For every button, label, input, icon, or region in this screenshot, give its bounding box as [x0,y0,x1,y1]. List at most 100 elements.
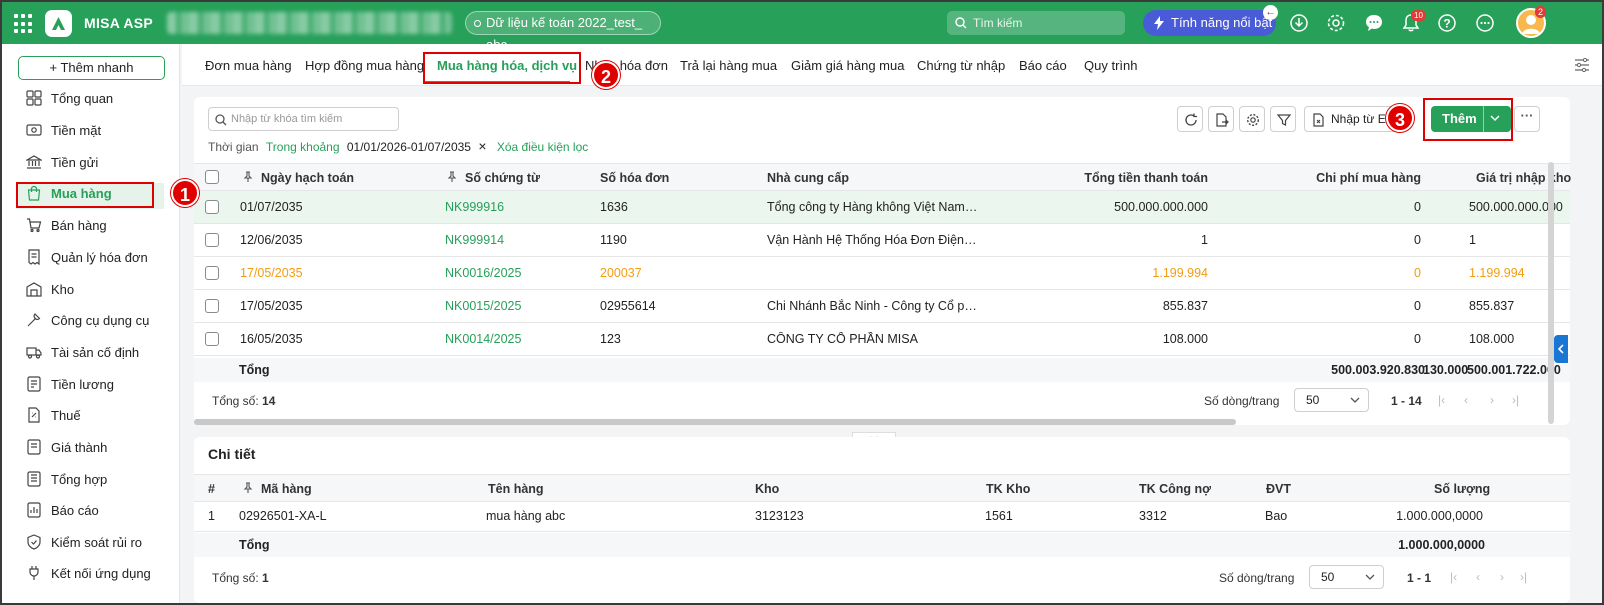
notification-bell[interactable]: 10 [1401,10,1426,33]
col-voucher-no[interactable]: Số chứng từ [465,171,540,185]
detail-index: 1 [208,509,215,523]
tab-settings-icon[interactable] [1574,58,1590,72]
table-row[interactable]: 12/06/2035 NK999914 1190 Vận Hành Hệ Thống … [194,224,1570,257]
last-page-icon[interactable]: ›| [1512,393,1519,407]
remove-filter-icon[interactable]: × [478,138,486,154]
last-page-icon[interactable]: ›| [1520,570,1527,584]
sidebar-item-14[interactable]: Báo cáo [26,500,99,520]
refresh-button[interactable] [1177,106,1203,132]
table-row[interactable]: 17/05/2035 NK0016/2025 200037 1.199.994 0 1.1… [194,257,1570,290]
sidebar-item-label: Tiền lương [51,376,114,392]
grid-per-page-select[interactable]: 50 [1294,388,1369,412]
filter-range[interactable]: 01/01/2026-01/07/2035 [347,140,471,154]
database-selector[interactable]: Dữ liệu kế toán 2022_test_ abc [465,11,661,52]
first-page-icon[interactable]: |‹ [1438,393,1445,407]
detail-col-quantity[interactable]: Số lượng [1434,482,1490,496]
next-page-icon[interactable]: › [1500,570,1504,584]
detail-per-page-select[interactable]: 50 [1309,565,1384,589]
chat-icon[interactable] [1364,13,1384,33]
col-total-payment[interactable]: Tổng tiền thanh toán [1084,171,1208,185]
cell-voucher-link[interactable]: NK0015/2025 [445,299,521,313]
featured-button[interactable]: Tính năng nổi bật ← [1143,5,1278,36]
tab-purchase-order[interactable]: Đơn mua hàng [205,58,292,73]
cell-voucher-link[interactable]: NK999916 [445,200,504,214]
pin-icon[interactable] [243,171,253,183]
prev-page-icon[interactable]: ‹ [1476,570,1480,584]
tab-import-voucher[interactable]: Chứng từ nhập [917,58,1005,73]
sidebar-item-7[interactable]: Kho [26,279,74,299]
global-search-input[interactable]: Tìm kiếm [947,11,1125,35]
tab-purchase-discount[interactable]: Giảm giá hàng mua [791,58,904,73]
tab-process[interactable]: Quy trình [1084,58,1137,73]
row-checkbox[interactable] [205,332,219,346]
keyword-search-input[interactable]: Nhập từ khóa tìm kiếm [208,107,399,131]
col-invoice-no[interactable]: Số hóa đơn [600,171,669,185]
detail-col-warehouse[interactable]: Kho [755,482,779,496]
sidebar-item-1[interactable]: Tổng quan [26,88,113,108]
col-supplier[interactable]: Nhà cung cấp [767,171,849,185]
sidebar-item-15[interactable]: Kiểm soát rủi ro [26,532,142,552]
detail-col-index: # [208,482,215,496]
tab-purchase-contract[interactable]: Hợp đồng mua hàng [305,58,424,73]
clear-filter-link[interactable]: Xóa điều kiện lọc [497,140,588,154]
row-checkbox[interactable] [205,200,219,214]
grid-per-page-label: Số dòng/trang [1204,394,1280,408]
pin-icon[interactable] [243,482,253,494]
detail-col-item-name[interactable]: Tên hàng [488,482,544,496]
more-options-button[interactable]: ··· [1514,106,1540,132]
col-stock-value[interactable]: Giá trị nhập kho [1476,171,1571,185]
table-row[interactable]: 17/05/2035 NK0015/2025 02955614 Chi Nhánh B… [194,290,1570,323]
cell-invoice-no: 1190 [600,233,627,247]
col-posting-date[interactable]: Ngày hạch toán [261,171,354,185]
detail-row[interactable]: 1 02926501-XA-L mua hàng abc 3123123 156… [194,502,1570,532]
sidebar-item-3[interactable]: Tiền gửi [26,152,98,172]
lightning-icon [1154,16,1164,30]
cell-supplier: Tổng công ty Hàng không Việt Nam -... [767,200,979,214]
sidebar-item-2[interactable]: Tiền mặt [26,120,101,140]
cell-voucher-link[interactable]: NK0016/2025 [445,266,521,280]
filter-mode[interactable]: Trong khoảng [266,140,340,154]
cell-voucher-link[interactable]: NK999914 [445,233,504,247]
sidebar-item-5[interactable]: Bán hàng [26,215,107,235]
pin-icon[interactable] [447,171,457,183]
detail-col-stock-account[interactable]: TK Kho [986,482,1030,496]
table-row[interactable]: 01/07/2035 NK999916 1636 Tổng công ty Hàng … [194,191,1570,224]
export-button[interactable] [1208,106,1234,132]
column-settings-button[interactable] [1239,106,1265,132]
col-purchase-cost[interactable]: Chi phí mua hàng [1316,171,1421,185]
vertical-scrollbar[interactable] [1548,162,1554,424]
sidebar-item-13[interactable]: Tổng hợp [26,469,107,489]
help-icon[interactable]: ? [1437,13,1457,33]
row-checkbox[interactable] [205,233,219,247]
filter-button[interactable] [1270,106,1296,132]
quick-add-button[interactable]: + Thêm nhanh [18,56,165,80]
tab-report[interactable]: Báo cáo [1019,58,1067,73]
sidebar-item-9[interactable]: Tài sản cố định [26,342,139,362]
detail-col-unit[interactable]: ĐVT [1266,482,1291,496]
sidebar-item-8[interactable]: Công cụ dụng cụ [26,310,149,330]
detail-col-payable-account[interactable]: TK Công nợ [1139,482,1211,496]
row-checkbox[interactable] [205,299,219,313]
settings-gear-icon[interactable] [1326,13,1346,33]
first-page-icon[interactable]: |‹ [1450,570,1457,584]
collapse-arrow-icon[interactable]: ← [1263,5,1278,20]
table-row[interactable]: 16/05/2035 NK0014/2025 123 CÔNG TY CỔ PHẦN … [194,323,1570,356]
download-icon[interactable] [1289,13,1309,33]
row-checkbox[interactable] [205,266,219,280]
sidebar-item-16[interactable]: Kết nối ứng dụng [26,563,151,583]
side-drawer-tab[interactable] [1554,335,1568,363]
sidebar-item-12[interactable]: Giá thành [26,437,107,457]
detail-col-item-code[interactable]: Mã hàng [261,482,312,496]
app-launcher-icon[interactable] [14,14,34,34]
select-all-checkbox[interactable] [205,170,219,184]
sidebar-item-10[interactable]: Tiền lương [26,374,114,394]
cell-voucher-link[interactable]: NK0014/2025 [445,332,521,346]
next-page-icon[interactable]: › [1490,393,1494,407]
horizontal-scrollbar[interactable] [194,419,1236,425]
user-avatar[interactable]: 2 [1516,6,1547,38]
sidebar-item-11[interactable]: Thuế [26,405,81,425]
prev-page-icon[interactable]: ‹ [1464,393,1468,407]
sidebar-item-6[interactable]: Quản lý hóa đơn [26,247,148,267]
tab-purchase-return[interactable]: Trả lại hàng mua [680,58,777,73]
more-apps-icon[interactable] [1475,13,1495,33]
